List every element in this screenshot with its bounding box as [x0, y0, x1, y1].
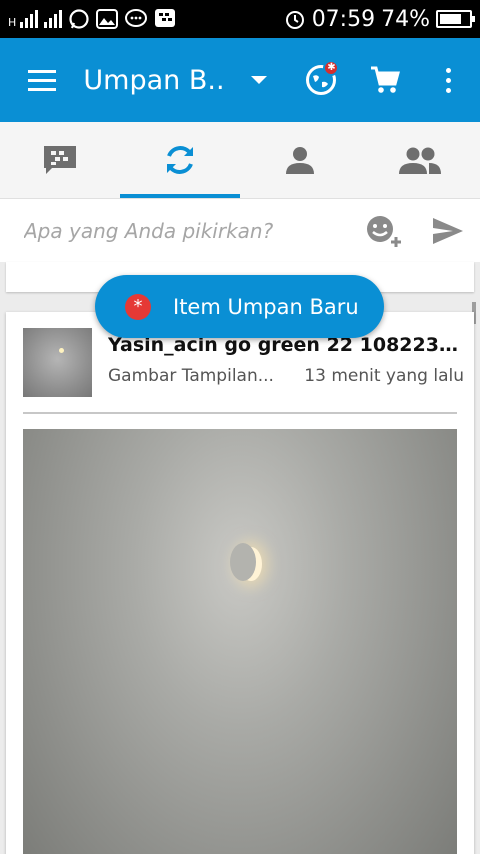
- tab-contacts[interactable]: [240, 122, 360, 198]
- globe-button[interactable]: ✱: [289, 38, 353, 122]
- network-type-badge: H: [8, 16, 17, 29]
- overflow-menu-button[interactable]: [416, 38, 480, 122]
- menu-icon[interactable]: [0, 69, 83, 91]
- overflow-menu-icon: [445, 67, 451, 93]
- tab-bbm-chats[interactable]: [0, 122, 120, 198]
- cart-icon: [370, 66, 400, 93]
- add-emoji-button[interactable]: [352, 199, 416, 263]
- feed-post-card[interactable]: Yasin_acin go green 22 10822322... Gamba…: [6, 312, 474, 854]
- group-icon: [399, 147, 441, 174]
- status-bar-left: H: [8, 8, 284, 30]
- status-bar: H 07:59 74%: [0, 0, 480, 38]
- clock-time: 07:59: [311, 6, 376, 32]
- send-button[interactable]: [416, 199, 480, 263]
- new-items-label: Item Umpan Baru: [173, 294, 359, 319]
- status-bar-right: 07:59 74%: [284, 6, 475, 32]
- notification-badge-icon: ✱: [323, 60, 340, 76]
- whatsapp-icon: [69, 9, 89, 29]
- post-meta: Gambar Tampilan... 13 menit yang lalu: [108, 366, 464, 386]
- signal-icon: H: [8, 10, 39, 29]
- battery-icon: [436, 10, 475, 28]
- app-title[interactable]: Umpan B...: [83, 65, 223, 96]
- tab-groups[interactable]: [360, 122, 480, 198]
- tab-bar: [0, 122, 480, 198]
- status-input[interactable]: [24, 218, 352, 243]
- post-subtitle: Gambar Tampilan...: [108, 366, 274, 386]
- alarm-icon: [285, 11, 304, 29]
- refresh-icon: [167, 146, 193, 174]
- bbm-icon: [155, 9, 176, 27]
- status-composer: [0, 198, 480, 262]
- battery-percent: 74%: [381, 6, 430, 32]
- person-icon: [286, 147, 314, 174]
- post-timestamp: 13 menit yang lalu: [304, 366, 464, 386]
- eclipse-shadow: [230, 543, 256, 581]
- send-icon: [433, 217, 463, 244]
- divider: [23, 412, 457, 414]
- post-thumbnail[interactable]: [23, 328, 92, 397]
- post-image[interactable]: [23, 429, 457, 854]
- image-icon: [96, 9, 119, 29]
- chat-icon: [125, 9, 148, 27]
- signal-icon: [44, 10, 63, 28]
- bbm-chat-icon: [44, 146, 76, 174]
- feed-list[interactable]: Yasin_acin go green 22 10822322... Gamba…: [0, 262, 480, 854]
- app-bar: Umpan B... ✱: [0, 38, 480, 122]
- dropdown-arrow-icon[interactable]: [251, 76, 268, 84]
- new-feed-items-button[interactable]: * Item Umpan Baru: [95, 275, 384, 338]
- tab-feed[interactable]: [120, 122, 240, 198]
- new-items-badge: *: [125, 293, 151, 320]
- cart-button[interactable]: [353, 38, 417, 122]
- add-emoji-icon: [367, 215, 401, 247]
